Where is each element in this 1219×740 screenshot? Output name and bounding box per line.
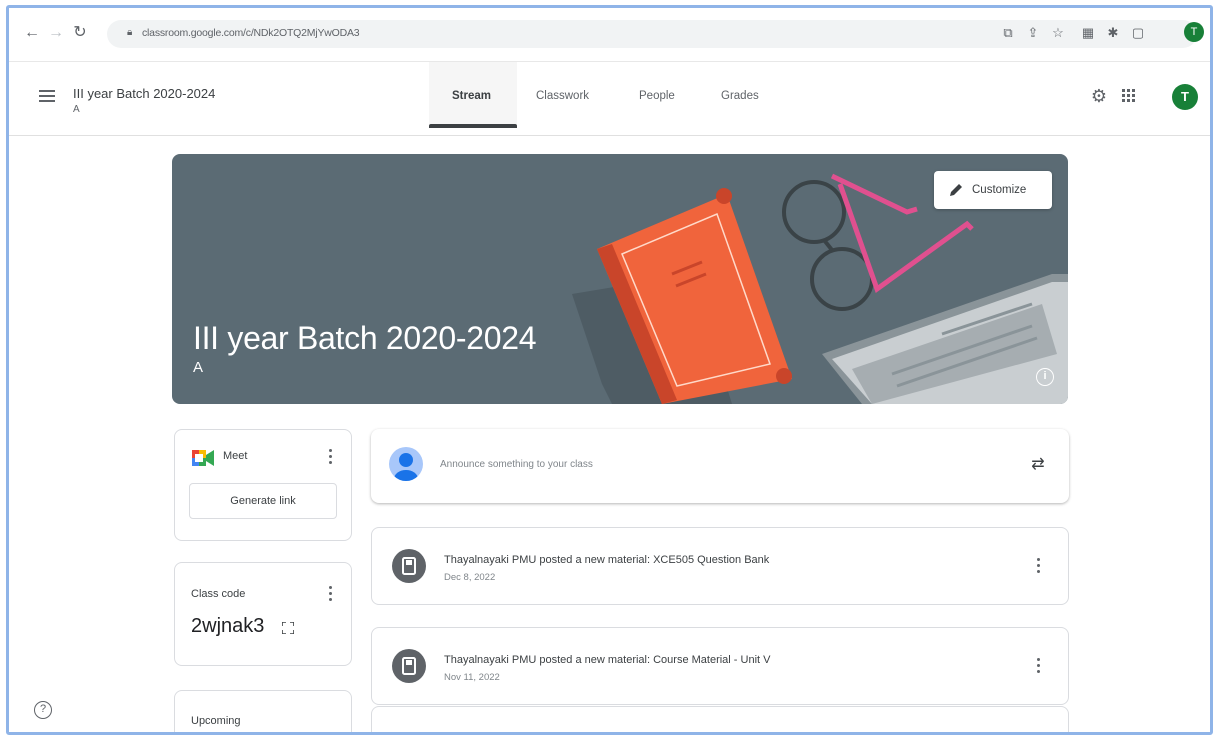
pencil-icon — [950, 184, 962, 196]
meet-label: Meet — [223, 450, 248, 462]
google-apps-icon[interactable] — [1122, 89, 1136, 103]
post-more-options-icon[interactable] — [1035, 658, 1041, 676]
stream-post[interactable]: Thayalnayaki PMU posted a new material: … — [371, 627, 1069, 705]
info-icon[interactable]: i — [1036, 368, 1054, 386]
browser-toolbar: ← → ↻ 🔒︎ classroom.google.com/c/NDk2OTQ2… — [9, 8, 1210, 62]
class-code-value: 2wjnak3 — [191, 615, 265, 637]
share-icon[interactable]: ⇪ — [1024, 24, 1042, 42]
material-icon — [392, 549, 426, 583]
screenshot-frame: ← → ↻ 🔒︎ classroom.google.com/c/NDk2OTQ2… — [6, 5, 1213, 735]
customize-label: Customize — [972, 184, 1027, 196]
meet-more-options-icon[interactable] — [327, 449, 333, 467]
tab-classwork[interactable]: Classwork — [536, 90, 589, 102]
banner-course-title: III year Batch 2020-2024 — [193, 320, 537, 356]
puzzle-icon[interactable]: ✱ — [1104, 24, 1122, 42]
post-title[interactable]: Thayalnayaki PMU posted a new material: … — [444, 554, 769, 566]
customize-button[interactable]: Customize — [934, 171, 1052, 209]
browser-profile-avatar[interactable]: T — [1184, 22, 1204, 42]
announce-placeholder[interactable]: Announce something to your class — [440, 459, 593, 470]
sidepanel-icon[interactable]: ▢ — [1129, 24, 1147, 42]
class-code-label: Class code — [191, 588, 246, 600]
reload-icon[interactable]: ↻ — [71, 24, 89, 42]
fullscreen-icon[interactable] — [282, 622, 294, 634]
post-title[interactable]: Thayalnayaki PMU posted a new material: … — [444, 654, 770, 666]
upcoming-label: Upcoming — [191, 715, 241, 727]
back-icon[interactable]: ← — [23, 24, 41, 42]
url-text[interactable]: classroom.google.com/c/NDk2OTQ2MjYwODA3 — [142, 27, 360, 39]
course-title[interactable]: III year Batch 2020-2024 — [73, 86, 215, 101]
stream-post[interactable]: Thayalnayaki PMU posted a new material: … — [371, 527, 1069, 605]
settings-gear-icon[interactable]: ⚙ — [1089, 86, 1109, 106]
tab-people[interactable]: People — [639, 90, 675, 102]
main-menu-icon[interactable] — [39, 90, 55, 102]
newspaper-illustration — [822, 274, 1068, 404]
post-date: Nov 11, 2022 — [444, 672, 500, 683]
upcoming-card: Upcoming — [174, 690, 352, 732]
google-meet-icon — [192, 450, 214, 466]
generate-link-button[interactable]: Generate link — [189, 483, 337, 519]
meet-card: Meet Generate link — [174, 429, 352, 541]
repost-icon[interactable]: ⇄ — [1029, 454, 1047, 476]
user-avatar-icon — [389, 447, 423, 481]
post-date: Dec 8, 2022 — [444, 572, 496, 583]
forward-icon[interactable]: → — [47, 24, 65, 42]
help-icon[interactable]: ? — [34, 701, 52, 719]
course-section: A — [73, 104, 80, 115]
bookmark-star-icon[interactable]: ☆ — [1049, 24, 1067, 42]
post-more-options-icon[interactable] — [1035, 558, 1041, 576]
tab-stream[interactable]: Stream — [452, 90, 491, 102]
stream-post[interactable] — [371, 706, 1069, 732]
banner-course-section: A — [193, 359, 204, 376]
install-app-icon[interactable]: ⧉ — [999, 24, 1017, 42]
extension-icon[interactable]: ▦ — [1079, 24, 1097, 42]
account-avatar[interactable]: T — [1172, 84, 1198, 110]
lock-icon: 🔒︎ — [127, 27, 133, 38]
class-banner: III year Batch 2020-2024 A Customize i — [172, 154, 1068, 404]
class-code-more-options-icon[interactable] — [327, 586, 333, 604]
class-code-card: Class code 2wjnak3 — [174, 562, 352, 666]
tab-grades[interactable]: Grades — [721, 90, 759, 102]
classroom-header: III year Batch 2020-2024 A Stream Classw… — [9, 62, 1210, 136]
material-icon — [392, 649, 426, 683]
announce-box[interactable]: Announce something to your class ⇄ — [371, 429, 1069, 503]
active-tab-indicator — [429, 124, 517, 128]
